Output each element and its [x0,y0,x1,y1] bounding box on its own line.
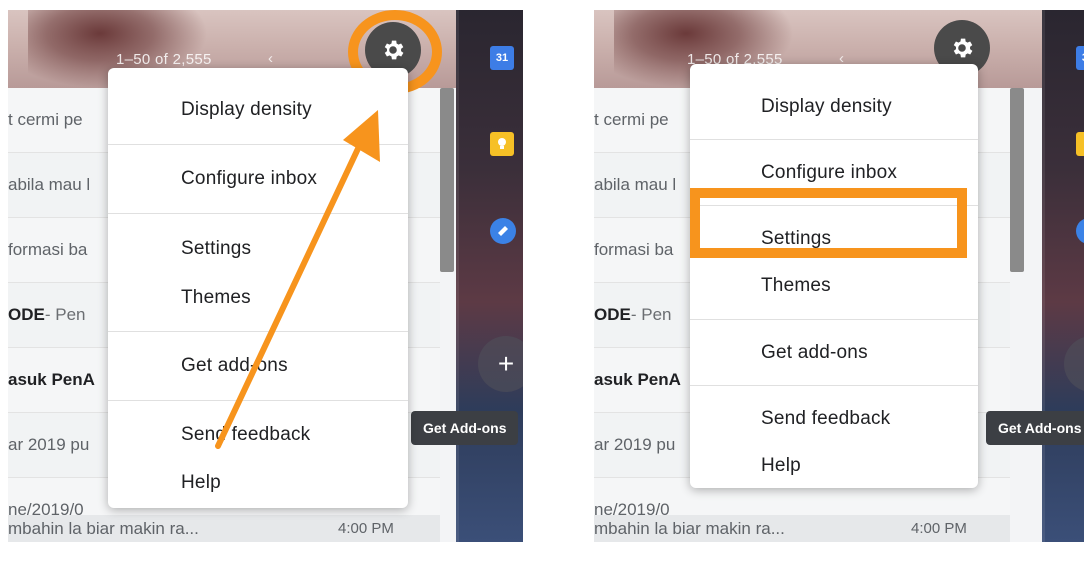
tasks-icon[interactable] [1076,218,1084,244]
plus-icon[interactable]: + [1064,336,1084,392]
page: 1–50 of 2,555 ‹ › t cermi pe abila mau l… [0,0,1084,561]
calendar-icon[interactable]: 31 [1076,46,1084,70]
right-screenshot-panel: 1–50 of 2,555 ‹ › t cermi pe abila mau l… [594,10,1084,542]
menu-divider [690,385,978,386]
left-screenshot-panel: 1–50 of 2,555 ‹ › t cermi pe abila mau l… [8,10,523,542]
menu-item-configure-inbox[interactable]: Configure inbox [690,162,978,184]
menu-item-display-density[interactable]: Display density [690,96,978,118]
menu-item-get-addons[interactable]: Get add-ons [690,342,978,364]
scrollbar[interactable] [1010,88,1024,272]
settings-highlight-box [690,188,967,258]
settings-dropdown-menu: Display density Configure inbox Settings… [690,64,978,488]
annotation-arrow [215,110,380,449]
menu-item-themes[interactable]: Themes [690,275,978,297]
mail-time: 4:00 PM [911,520,967,537]
menu-item-send-feedback[interactable]: Send feedback [690,408,978,430]
keep-icon[interactable] [1076,132,1084,156]
menu-item-help[interactable]: Help [690,455,978,477]
side-panel: 31 + [1042,10,1084,542]
mail-row-last[interactable]: mbahin la biar makin ra... 4:00 PM [594,515,1010,542]
get-addons-tooltip: Get Add-ons [986,411,1084,445]
menu-divider [690,319,978,320]
menu-divider [690,139,978,140]
